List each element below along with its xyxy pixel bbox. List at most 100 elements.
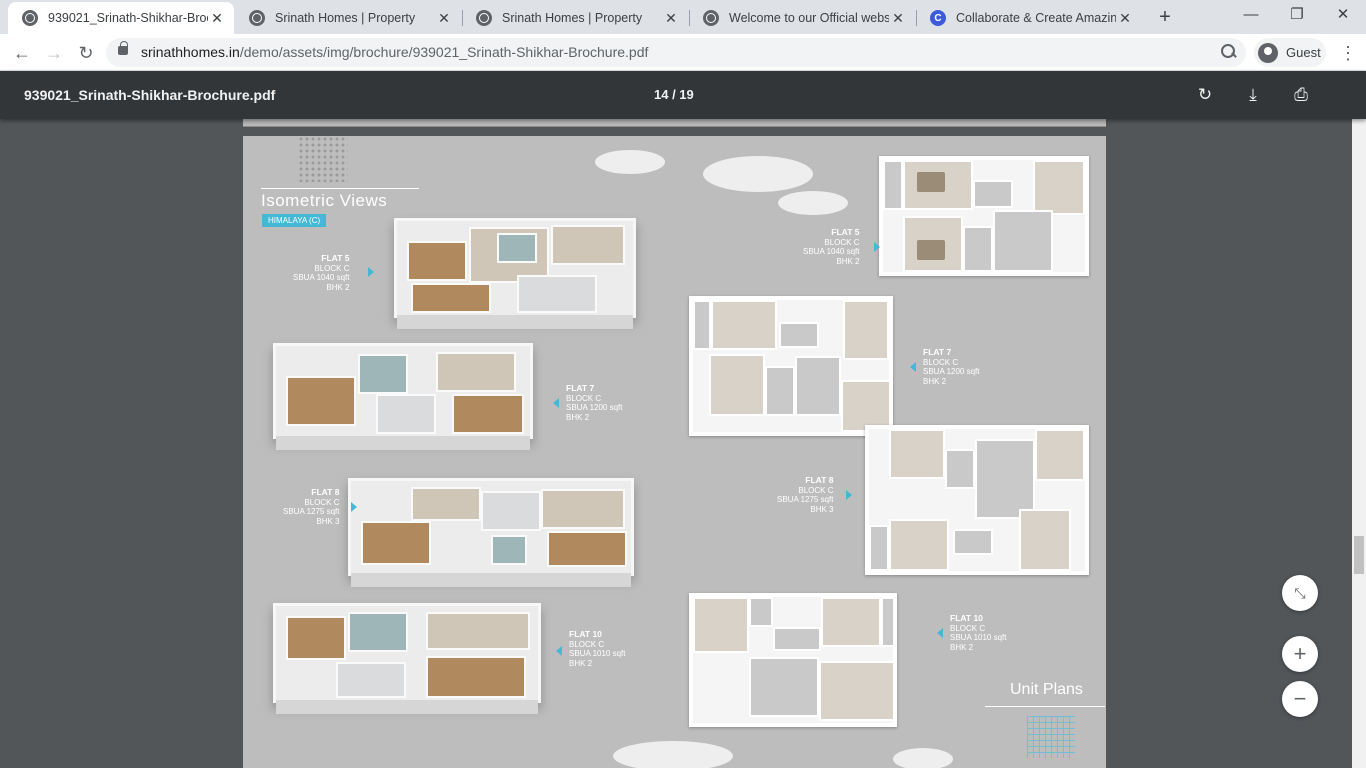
toilet: [953, 529, 993, 555]
flat-number: FLAT 8: [805, 475, 834, 485]
bedroom: [411, 487, 481, 521]
url-text[interactable]: srinathhomes.in/demo/assets/img/brochure…: [141, 44, 648, 60]
tab-srinath-homes-1[interactable]: Srinath Homes | Property ✕: [235, 2, 461, 34]
close-window-button[interactable]: ✕: [1320, 0, 1366, 30]
kitchen: [945, 449, 975, 489]
browser-menu-button[interactable]: ⋮: [1338, 40, 1358, 66]
dining-room: [376, 394, 436, 434]
zoom-in-button[interactable]: +: [1282, 636, 1318, 672]
tab-srinath-homes-2[interactable]: Srinath Homes | Property ✕: [462, 2, 688, 34]
bedroom: [547, 531, 627, 567]
print-icon[interactable]: ⎙: [1289, 83, 1313, 107]
close-icon[interactable]: ✕: [208, 10, 226, 27]
iso-label-flat-5: FLAT 5 BLOCK C SBUA 1040 sqft BHK 2: [293, 253, 349, 292]
bed: [917, 172, 945, 192]
bedroom: [426, 612, 530, 650]
bedroom: [711, 300, 777, 350]
sbua: SBUA 1040 sqft: [803, 247, 860, 256]
plan-label-flat-8: FLAT 8 BLOCK C SBUA 1275 sqft BHK 3: [777, 475, 834, 514]
bedroom: [426, 656, 526, 698]
previous-page: [243, 119, 1106, 127]
drawing-room: [551, 225, 625, 265]
isometric-flat-10: [273, 603, 541, 714]
globe-icon: [249, 10, 265, 26]
close-icon[interactable]: ✕: [435, 10, 453, 27]
tab-title: 939021_Srinath-Shikhar-Brochure.pdf: [48, 11, 208, 25]
download-icon[interactable]: ⤓: [1241, 83, 1265, 107]
isometric-flat-7: [273, 343, 533, 450]
forward-button[interactable]: →: [40, 39, 68, 67]
balcony: [869, 525, 889, 571]
restore-button[interactable]: ❐: [1274, 0, 1320, 30]
fit-to-page-button[interactable]: ⤡: [1282, 575, 1318, 611]
block: BLOCK C: [950, 623, 986, 633]
tab-official-website[interactable]: Welcome to our Official website ✕: [689, 2, 915, 34]
globe-icon: [476, 10, 492, 26]
flat-number: FLAT 7: [566, 383, 595, 393]
pointer-arrow-icon: [368, 267, 374, 277]
pdf-toolbar: 939021_Srinath-Shikhar-Brochure.pdf 14 /…: [0, 71, 1366, 119]
flat-number: FLAT 7: [923, 347, 952, 357]
unit-plan-flat-5: [879, 156, 1089, 276]
tab-title: Collaborate & Create Amazing: [956, 11, 1116, 25]
pointer-arrow-icon: [910, 362, 916, 372]
kitchen: [963, 226, 993, 272]
tab-brochure-pdf[interactable]: 939021_Srinath-Shikhar-Brochure.pdf ✕: [8, 2, 234, 34]
pdf-filename: 939021_Srinath-Shikhar-Brochure.pdf: [24, 87, 276, 103]
pointer-arrow-icon: [874, 242, 880, 252]
dining-room: [993, 210, 1053, 272]
new-tab-button[interactable]: +: [1154, 6, 1176, 28]
pointer-arrow-icon: [846, 490, 852, 500]
close-icon[interactable]: ✕: [1116, 10, 1134, 27]
pointer-arrow-icon: [556, 646, 562, 656]
bedroom: [361, 521, 431, 565]
dining-room: [517, 275, 597, 313]
flat-number: FLAT 10: [950, 613, 983, 623]
bhk: BHK 3: [316, 516, 340, 526]
close-icon[interactable]: ✕: [889, 10, 907, 27]
kitchen: [765, 366, 795, 416]
bedroom: [286, 376, 356, 426]
drawing-room: [286, 616, 346, 660]
avatar-icon: [1258, 42, 1278, 63]
block: BLOCK C: [569, 639, 605, 649]
block: BLOCK C: [824, 237, 860, 247]
balcony: [883, 160, 903, 210]
drawing-room: [1019, 509, 1071, 571]
zoom-out-button[interactable]: −: [1282, 681, 1318, 717]
bedroom: [889, 429, 945, 479]
scrollbar-thumb[interactable]: [1354, 536, 1364, 574]
toilet: [497, 233, 537, 263]
address-bar[interactable]: srinathhomes.in/demo/assets/img/brochure…: [106, 38, 1246, 67]
grid-pattern: [1027, 716, 1075, 758]
tab-canva[interactable]: C Collaborate & Create Amazing ✕: [916, 2, 1142, 34]
reload-button[interactable]: ↻: [72, 39, 100, 67]
flat-number: FLAT 8: [311, 487, 340, 497]
unit-plan-flat-10: [689, 593, 897, 727]
back-button[interactable]: ←: [8, 39, 36, 67]
sbua: SBUA 1200 sqft: [566, 403, 623, 412]
profile-button[interactable]: Guest: [1254, 38, 1326, 67]
close-icon[interactable]: ✕: [662, 10, 680, 27]
cloud-decoration: [893, 748, 953, 768]
balcony: [881, 597, 895, 647]
tab-title: Srinath Homes | Property: [502, 11, 643, 25]
block-tag: HIMALAYA (C): [262, 214, 327, 227]
vertical-scrollbar[interactable]: [1352, 71, 1366, 768]
zoom-icon[interactable]: [1220, 43, 1236, 59]
minimize-button[interactable]: —: [1228, 0, 1274, 30]
iso-label-flat-8: FLAT 8 BLOCK C SBUA 1275 sqft BHK 3: [283, 487, 340, 526]
plan-label-flat-7: FLAT 7 BLOCK C SBUA 1200 sqft BHK 2: [923, 347, 979, 386]
url-domain: srinathhomes.in: [141, 44, 240, 60]
pdf-viewport[interactable]: Isometric Views HIMALAYA (C) FLAT 5 BLOC…: [0, 119, 1352, 768]
cloud-decoration: [703, 156, 813, 192]
divider: [261, 188, 419, 189]
toilet: [973, 180, 1013, 208]
drawing-room: [1033, 160, 1085, 215]
unit-plan-flat-8: [865, 425, 1089, 575]
bhk: BHK 2: [566, 412, 590, 422]
block: BLOCK C: [566, 393, 602, 403]
sbua: SBUA 1275 sqft: [777, 495, 834, 504]
rotate-icon[interactable]: ↻: [1193, 83, 1217, 107]
bedroom: [821, 597, 881, 647]
